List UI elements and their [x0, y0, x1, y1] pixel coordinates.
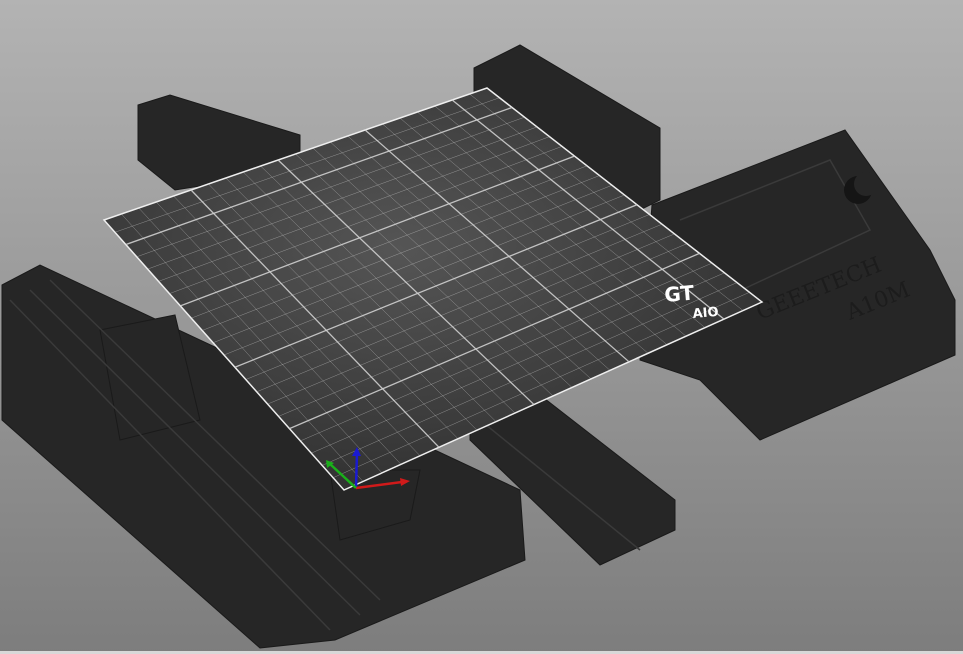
svg-text:AIO: AIO — [692, 305, 719, 322]
z-axis — [354, 451, 359, 489]
printer-scene: GEEETECH A10M GT AIO — [1, 44, 956, 649]
3d-viewport[interactable]: GEEETECH A10M GT AIO — [0, 0, 963, 654]
svg-text:GT: GT — [663, 280, 695, 307]
